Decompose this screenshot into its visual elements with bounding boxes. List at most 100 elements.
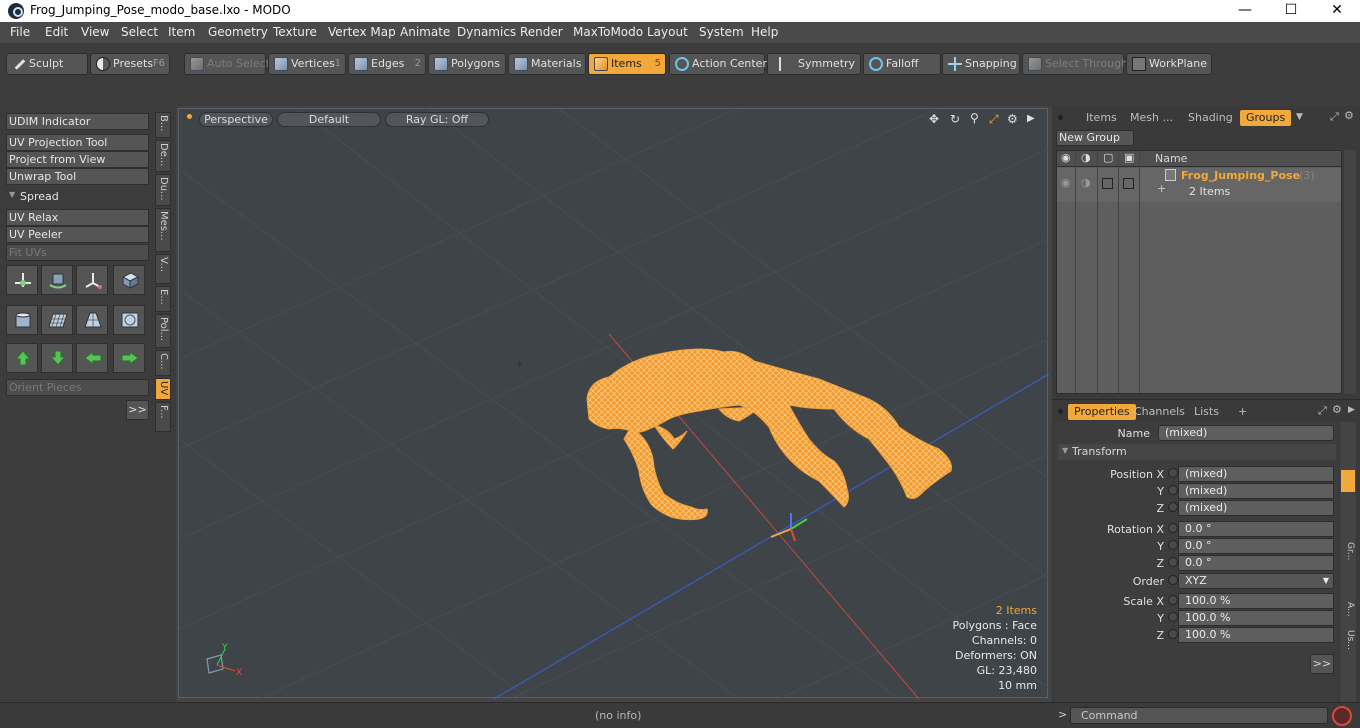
uv-projection-tool-button[interactable]: UV Projection Tool <box>6 134 149 151</box>
close-icon[interactable]: ✕ <box>1314 0 1360 22</box>
transform-gizmo[interactable] <box>770 513 808 542</box>
tab-properties[interactable]: Properties <box>1068 404 1136 420</box>
uv-planar-button[interactable] <box>41 305 73 335</box>
falloff-button[interactable]: Falloff <box>863 53 941 75</box>
3d-viewport[interactable]: * Y X Perspective Default Ray GL: Off ✥ … <box>178 108 1049 699</box>
position-y-key-icon[interactable] <box>1168 485 1178 495</box>
tab-curve[interactable]: C... <box>155 350 171 376</box>
props-gear-icon[interactable]: ⚙ <box>1332 403 1342 416</box>
tab-deform[interactable]: De... <box>155 140 171 172</box>
items-button[interactable]: Items 5 <box>588 53 666 75</box>
menu-texture[interactable]: Texture <box>273 25 317 39</box>
menu-system[interactable]: System <box>699 25 744 39</box>
gear-icon[interactable]: ⚙ <box>1007 112 1018 126</box>
menu-file[interactable]: File <box>10 25 30 39</box>
command-input[interactable]: Command <box>1070 707 1328 724</box>
select-through-button[interactable]: Select Through <box>1022 53 1128 75</box>
scale-z-field[interactable]: 100.0 % <box>1178 627 1334 643</box>
rotation-z-key-icon[interactable] <box>1168 557 1178 567</box>
render-icon[interactable]: ◑ <box>1081 151 1091 164</box>
unwrap-tool-button[interactable]: Unwrap Tool <box>6 168 149 185</box>
undock-icon[interactable]: ⤢ <box>1330 110 1339 124</box>
tab-polygon[interactable]: Pol... <box>155 314 171 348</box>
props-menu-dot-icon[interactable] <box>1058 409 1063 414</box>
scale-y-key-icon[interactable] <box>1168 612 1178 622</box>
props-more-button[interactable]: >> <box>1310 654 1334 674</box>
menu-geometry[interactable]: Geometry <box>208 25 268 39</box>
lock-cube-icon[interactable]: ▢ <box>1103 151 1113 164</box>
row-eye-icon[interactable]: ◉ <box>1061 176 1071 189</box>
props-undock-icon[interactable]: ⤢ <box>1318 404 1327 418</box>
tab-channels[interactable]: Channels <box>1128 404 1191 420</box>
row-select-checkbox[interactable] <box>1123 178 1134 189</box>
order-key-icon[interactable] <box>1168 575 1178 585</box>
tab-items[interactable]: Items <box>1080 110 1123 126</box>
menu-animate[interactable]: Animate <box>400 25 450 39</box>
scale-x-field[interactable]: 100.0 % <box>1178 593 1334 609</box>
rotation-y-field[interactable]: 0.0 ° <box>1178 538 1334 554</box>
expand-arrow-icon[interactable]: ▶ <box>1027 113 1035 124</box>
uv-rotate-tool-button[interactable] <box>41 265 73 295</box>
zoom-icon[interactable]: ⚲ <box>970 111 979 125</box>
uv-sphere-button[interactable] <box>113 305 145 335</box>
tab-groups[interactable]: Groups <box>1240 110 1292 126</box>
spread-section[interactable]: ▼ Spread <box>6 189 149 205</box>
more-tools-button[interactable]: >> <box>126 400 149 420</box>
uv-transform-tool-button[interactable] <box>76 265 108 295</box>
scale-y-field[interactable]: 100.0 % <box>1178 610 1334 626</box>
side-tab-active[interactable] <box>1341 470 1355 492</box>
menu-edit[interactable]: Edit <box>45 25 68 39</box>
default-style-button[interactable]: Default <box>277 112 381 127</box>
side-tab-groups[interactable]: Gr... <box>1341 542 1355 572</box>
viewport-canvas[interactable]: * Y X <box>179 109 1049 699</box>
align-right-button[interactable] <box>113 343 145 373</box>
transform-section[interactable]: ▼ Transform <box>1058 444 1336 460</box>
uv-peeler-button[interactable]: UV Peeler <box>6 226 149 243</box>
rotation-x-key-icon[interactable] <box>1168 523 1178 533</box>
tab-uv[interactable]: UV <box>155 378 171 400</box>
ray-gl-button[interactable]: Ray GL: Off <box>385 112 489 127</box>
snapping-button[interactable]: Snapping <box>942 53 1020 75</box>
menu-render[interactable]: Render <box>520 25 563 39</box>
tab-edge[interactable]: E... <box>155 286 171 312</box>
position-x-key-icon[interactable] <box>1168 468 1178 478</box>
tab-mesh-edit[interactable]: Mes... <box>155 208 171 252</box>
side-tab-us[interactable]: Us... <box>1341 630 1355 660</box>
fit-uvs-button[interactable]: Fit UVs <box>6 244 149 261</box>
tab-add[interactable]: + <box>1232 404 1253 420</box>
group-row[interactable]: ◉ ◑ + Frog_Jumping_Pose (3) 2 Items <box>1057 168 1341 202</box>
props-arrow-icon[interactable]: ▶ <box>1348 405 1355 415</box>
uv-move-tool-button[interactable] <box>6 265 38 295</box>
vertices-button[interactable]: Vertices 1 <box>268 53 346 75</box>
tab-basic[interactable]: B... <box>155 112 171 138</box>
tab-duplicate[interactable]: Du... <box>155 174 171 206</box>
auto-select-button[interactable]: Auto Select <box>184 53 270 75</box>
menu-view[interactable]: View <box>81 25 109 39</box>
project-from-view-button[interactable]: Project from View <box>6 151 149 168</box>
side-tab-a[interactable]: A... <box>1341 602 1355 626</box>
row-render-icon[interactable]: ◑ <box>1081 176 1091 189</box>
menu-dynamics[interactable]: Dynamics <box>457 25 516 39</box>
menu-help[interactable]: Help <box>751 25 778 39</box>
uv-box-tool-button[interactable] <box>113 265 145 295</box>
rotation-y-key-icon[interactable] <box>1168 540 1178 550</box>
minimize-icon[interactable]: — <box>1222 0 1268 22</box>
pan-icon[interactable]: ✥ <box>929 112 939 126</box>
tabs-dropdown-icon[interactable]: ▼ <box>1296 112 1303 122</box>
align-left-button[interactable] <box>76 343 108 373</box>
row-lock-checkbox[interactable] <box>1102 178 1113 189</box>
rotation-z-field[interactable]: 0.0 ° <box>1178 555 1334 571</box>
uv-perspective-button[interactable] <box>76 305 108 335</box>
align-up-button[interactable] <box>6 343 38 373</box>
scale-x-key-icon[interactable] <box>1168 595 1178 605</box>
position-z-field[interactable]: (mixed) <box>1178 500 1334 516</box>
orient-pieces-button[interactable]: Orient Pieces <box>6 379 149 396</box>
select-cube-icon[interactable]: ▣ <box>1124 151 1134 164</box>
rotation-x-field[interactable]: 0.0 ° <box>1178 521 1334 537</box>
materials-button[interactable]: Materials <box>508 53 586 75</box>
maximize-icon[interactable]: ☐ <box>1268 0 1314 22</box>
tab-shading[interactable]: Shading <box>1182 110 1239 126</box>
menu-vertex-map[interactable]: Vertex Map <box>328 25 396 39</box>
uv-relax-button[interactable]: UV Relax <box>6 209 149 226</box>
menu-select[interactable]: Select <box>121 25 158 39</box>
